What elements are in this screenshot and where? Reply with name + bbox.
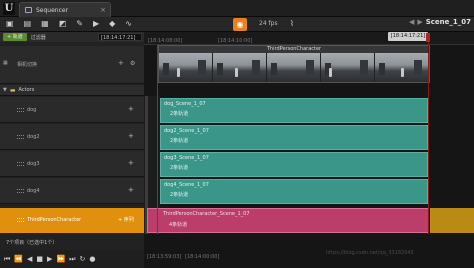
playhead-line (428, 42, 429, 234)
jump-to-start-icon[interactable]: ⏮ (4, 255, 10, 264)
film-icon[interactable]: ▦ (41, 19, 49, 29)
play-forward-icon[interactable]: ▶ (47, 255, 52, 263)
track-label: dog (27, 107, 37, 113)
add-sequence-button[interactable]: + 序列 (118, 216, 134, 223)
add-track-button[interactable]: + 轨道 (3, 33, 27, 41)
key-diamond-icon[interactable]: ◆ (109, 19, 115, 29)
add-icon[interactable]: + (128, 186, 134, 194)
tab-sequencer[interactable]: Sequencer × (19, 2, 111, 17)
clip-title: dog_Scene_1_07 (164, 101, 206, 107)
status-text: 7个项目（已选中1个） (0, 236, 144, 250)
camera-cut-clip[interactable]: ThirdPersonCharacter (158, 45, 430, 83)
drag-handle-icon[interactable] (17, 162, 24, 166)
timecode-input[interactable]: [18:14:17:21] (98, 33, 142, 41)
clip-track-count: 2条轨道 (170, 192, 189, 198)
step-forward-icon[interactable]: ⏩ (56, 255, 65, 263)
folder-icon: ▬ (9, 86, 16, 94)
track-row-dog4[interactable]: dog4 + (0, 178, 144, 204)
camera-thumbnails (159, 53, 429, 82)
playhead-handle[interactable] (426, 33, 430, 42)
curve-icon[interactable]: ∿ (125, 19, 132, 29)
clip-track-count: 2条轨道 (170, 138, 189, 144)
wrench-icon[interactable]: ✎ (76, 19, 83, 29)
add-camera-button[interactable]: + (118, 59, 124, 67)
clip-track-count: 4条轨道 (169, 222, 188, 228)
scene-name[interactable]: Scene_1_07 (426, 18, 471, 26)
stop-icon[interactable]: ■ (36, 255, 43, 263)
save-icon[interactable]: ▣ (6, 19, 14, 29)
ruler-tick-label: [18:14:10:00] (218, 38, 253, 44)
track-label: dog4 (27, 188, 40, 194)
track-label: dog2 (27, 134, 40, 140)
camera-cut-track[interactable]: ▦ 相机切换 + ⚙ (0, 46, 144, 84)
range-start-label[interactable]: [18:13:59:03] (147, 254, 181, 260)
track-row-dog[interactable]: dog + (0, 97, 144, 123)
collapse-arrow-icon[interactable]: ▼ (3, 87, 7, 93)
forward-arrow-icon[interactable]: ▶ (417, 18, 422, 26)
current-time-badge: [18:14:17:21] (388, 32, 428, 41)
track-row-dog2[interactable]: dog2 + (0, 124, 144, 150)
camera-clip-label: ThirdPersonCharacter (159, 46, 429, 53)
clip-track-count: 2条轨道 (170, 111, 189, 117)
drag-handle-icon[interactable] (17, 135, 24, 139)
back-arrow-icon[interactable]: ◀ (409, 18, 414, 26)
add-icon[interactable]: + (128, 132, 134, 140)
record-icon[interactable]: ● (89, 255, 95, 263)
thumbnail (375, 53, 429, 82)
bottom-time-range: [18:13:59:03] [18:14:00:00] (144, 250, 474, 268)
watermark-text: https://blog.csdn.net/qq_33182045 (326, 250, 414, 256)
sequence-clip-character[interactable]: ThirdPersonCharacter_Scene_1_07 4条轨道 (147, 208, 429, 233)
jump-to-end-icon[interactable]: ⏭ (69, 255, 75, 264)
actors-folder[interactable]: ▼ ▬ Actors (0, 85, 144, 96)
camera-clapper-icon[interactable]: ◩ (59, 19, 67, 29)
sequence-clip-dog3[interactable]: dog3_Scene_1_07 2条轨道 (160, 152, 428, 177)
sequence-navigation: ◀ ▶ Scene_1_07 (409, 18, 471, 26)
drag-handle-icon[interactable] (17, 189, 24, 193)
add-icon[interactable]: + (128, 105, 134, 113)
camera-cut-options-icon[interactable]: ⚙ (130, 60, 135, 67)
playback-start-bound[interactable] (157, 45, 158, 234)
thumbnail (159, 53, 213, 82)
step-back-icon[interactable]: ⏪ (14, 255, 23, 263)
character-label: ThirdPersonCharacter (27, 217, 82, 223)
tab-title: Sequencer (36, 6, 69, 14)
actors-label: Actors (18, 87, 35, 93)
track-row-character[interactable]: ThirdPersonCharacter + 序列 (0, 208, 144, 233)
drag-handle-icon[interactable] (17, 108, 24, 112)
sequencer-tab-icon (25, 7, 32, 13)
unreal-logo-icon: U (3, 2, 15, 15)
selected-row-extension (430, 208, 474, 233)
sequence-clip-dog2[interactable]: dog2_Scene_1_07 2条轨道 (160, 125, 428, 150)
camera-cut-icon: ▦ (3, 60, 8, 66)
folder-icon[interactable]: ▤ (24, 19, 32, 29)
drag-handle-icon[interactable] (17, 218, 24, 222)
play-reverse-icon[interactable]: ◀ (27, 255, 32, 263)
loop-icon[interactable]: ↻ (79, 255, 85, 263)
clip-title: dog4_Scene_1_07 (164, 182, 209, 188)
range-view-start-label[interactable]: [18:14:00:00] (185, 254, 219, 260)
track-label: dog3 (27, 161, 40, 167)
tab-close-icon[interactable]: × (100, 6, 106, 14)
thumbnail (213, 53, 267, 82)
add-icon[interactable]: + (128, 159, 134, 167)
thumbnail (267, 53, 321, 82)
camera-cut-label: 相机切换 (17, 62, 38, 68)
sequence-clip-dog[interactable]: dog_Scene_1_07 2条轨道 (160, 98, 428, 123)
play-icon[interactable]: ▶ (93, 19, 99, 29)
fps-dropdown[interactable]: 24 fps (259, 20, 278, 27)
clip-track-count: 2条轨道 (170, 165, 189, 171)
graph-icon[interactable]: ⌇ (290, 19, 294, 29)
thumbnail (321, 53, 375, 82)
clip-title: ThirdPersonCharacter_Scene_1_07 (163, 211, 250, 217)
clip-title: dog2_Scene_1_07 (164, 128, 209, 134)
track-row-dog3[interactable]: dog3 + (0, 151, 144, 177)
ruler-tick-label: [18:14:08:00] (148, 38, 183, 44)
clip-title: dog3_Scene_1_07 (164, 155, 209, 161)
filter-dropdown[interactable]: 过滤器 (31, 34, 46, 41)
camera-lock-icon[interactable]: ◉ (233, 18, 247, 31)
transport-controls: ⏮ ⏪ ◀ ■ ▶ ⏩ ⏭ ↻ ● (0, 250, 144, 268)
sequence-clip-dog4[interactable]: dog4_Scene_1_07 2条轨道 (160, 179, 428, 204)
